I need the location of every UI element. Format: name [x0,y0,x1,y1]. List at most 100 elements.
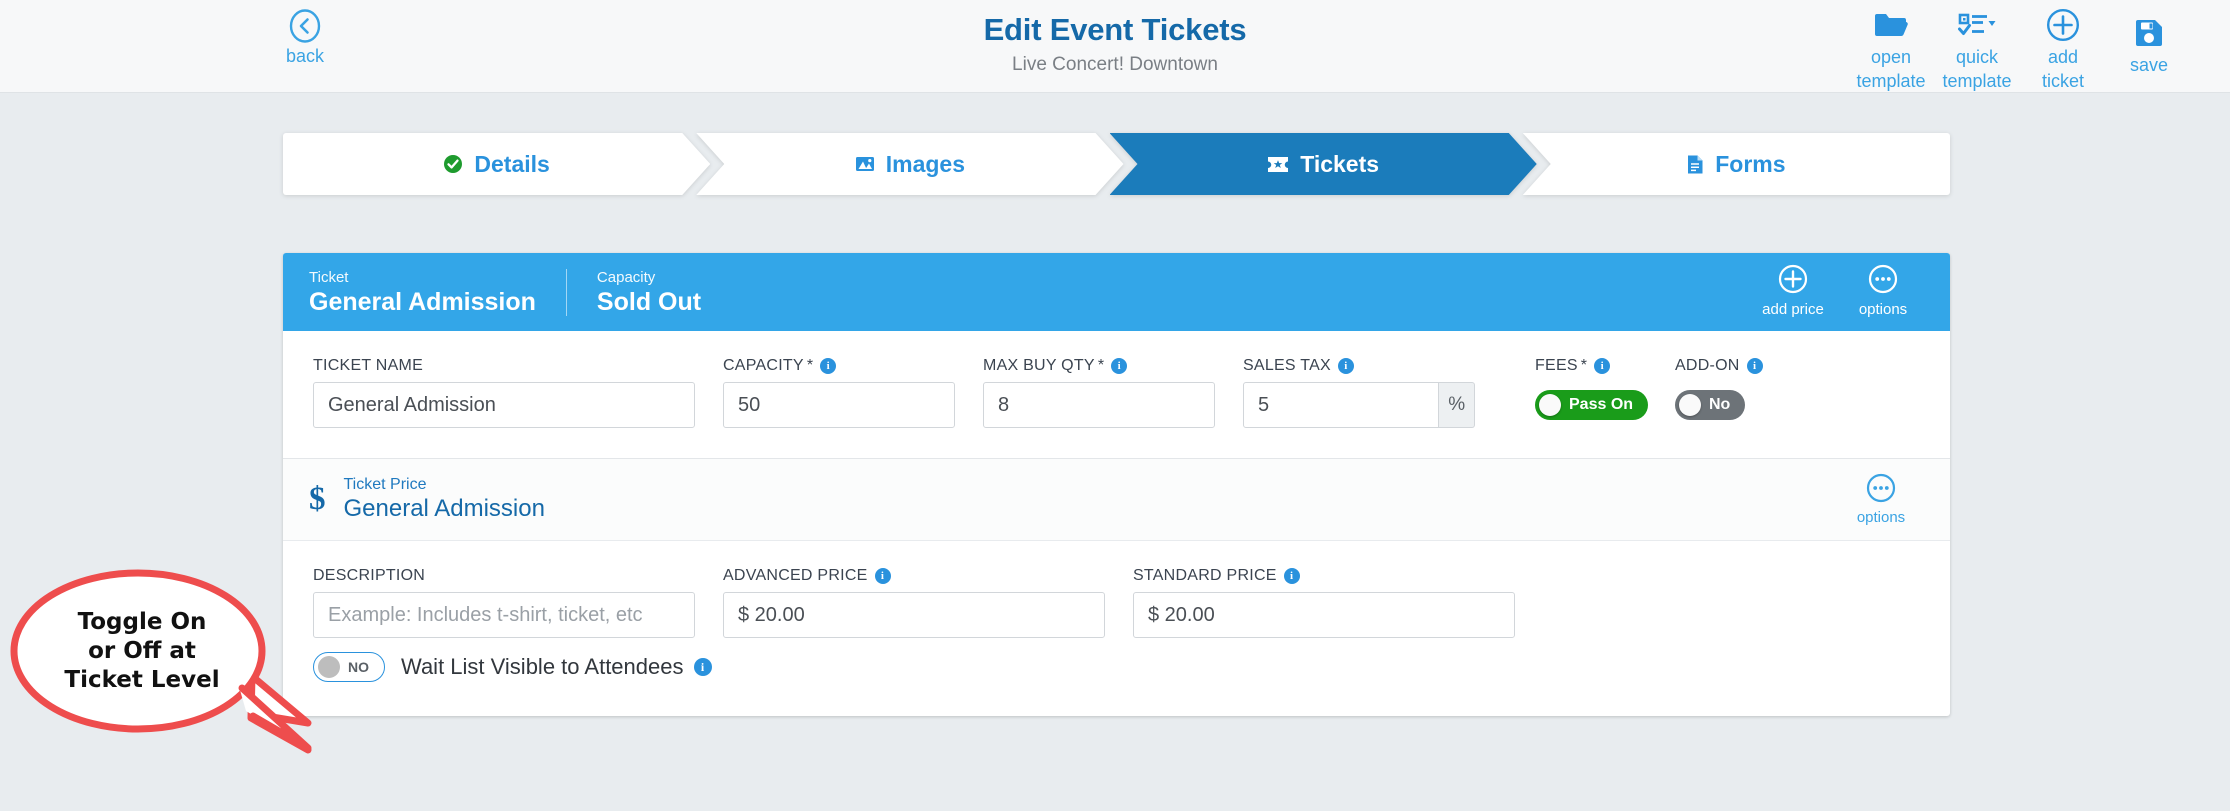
waitlist-label-text: Wait List Visible to Attendees [401,654,684,679]
capacity-summary: Capacity Sold Out [565,268,731,316]
info-icon[interactable]: i [1746,358,1763,374]
info-icon[interactable]: i [1337,358,1354,374]
header-actions: open template quick template add ticket … [1848,6,2192,92]
max-buy-required-mark: * [1097,357,1105,374]
price-options-label: options [1856,509,1906,526]
waitlist-row: NO Wait List Visible to Attendees i [283,652,1950,716]
ticket-caption: Ticket [309,268,349,286]
standard-price-field-group: STANDARD PRICE i $ 20.00 [1133,567,1515,638]
advanced-price-input[interactable]: $ 20.00 [723,592,1105,638]
ticket-name-value: General Admission [309,287,536,316]
info-icon[interactable]: i [820,358,837,374]
ticket-options-label: options [1858,301,1908,318]
ticket-price-title-block: Ticket Price General Admission [344,476,545,523]
capacity-field-group: CAPACITY * i 50 [723,357,955,428]
advanced-price-field-group: ADVANCED PRICE i $ 20.00 [723,567,1105,638]
top-toolbar: back Edit Event Tickets Live Concert! Do… [0,0,2230,93]
info-icon[interactable]: i [874,568,891,584]
fees-required-mark: * [1580,357,1588,374]
fees-toggle[interactable]: Pass On [1535,390,1649,420]
ticket-name-field-group: TICKET NAME General Admission [313,357,695,428]
ellipsis-circle-icon [1868,264,1898,298]
add-ticket-button[interactable]: add ticket [2020,6,2106,92]
tab-tickets-label: Tickets [1300,150,1380,177]
sales-tax-input[interactable]: 5 [1243,382,1440,428]
ticket-price-caption: Ticket Price [343,476,427,493]
quick-template-button[interactable]: quick template [1934,6,2020,92]
open-template-label-2: template [1856,71,1926,91]
ticket-card: Ticket General Admission Capacity Sold O… [283,253,1950,716]
info-icon[interactable]: i [693,658,712,676]
info-icon[interactable]: i [1283,568,1300,584]
fees-label: FEES * i [1535,357,1647,375]
standard-price-label-text: STANDARD PRICE [1133,567,1277,584]
price-options-button[interactable]: options [1842,473,1920,526]
fees-label-text: FEES [1535,357,1578,374]
ticket-name-input[interactable]: General Admission [313,382,695,428]
plus-circle-icon [1778,264,1808,298]
sales-tax-input-group: 5 % [1243,382,1475,428]
price-fields-row: DESCRIPTION Example: Includes t-shirt, t… [283,541,1950,658]
addon-label: ADD-ON i [1675,357,1785,375]
addon-label-text: ADD-ON [1675,357,1740,374]
info-icon[interactable]: i [1594,358,1611,374]
capacity-label-text: CAPACITY [723,357,804,374]
add-price-label: add price [1762,301,1824,318]
plus-circle-icon [2046,6,2080,44]
tab-forms[interactable]: Forms [1522,133,1950,195]
max-buy-qty-input[interactable]: 8 [983,382,1215,428]
ellipsis-circle-icon [1866,473,1896,507]
ticket-card-header: Ticket General Admission Capacity Sold O… [283,253,1950,331]
open-folder-icon [1873,6,1909,44]
ticket-price-section: $ Ticket Price General Admission options… [283,458,1950,716]
quick-template-label-1: quick [1955,47,1999,67]
advanced-price-label: ADVANCED PRICE i [723,567,1105,585]
addon-toggle[interactable]: No [1675,390,1746,420]
ticket-name-summary: Ticket General Admission [309,269,566,316]
add-price-button[interactable]: add price [1754,264,1832,318]
tab-details[interactable]: Details [283,133,710,195]
info-icon[interactable]: i [1111,358,1128,374]
ticket-fields-row: TICKET NAME General Admission CAPACITY *… [283,331,1950,458]
sales-tax-label: SALES TAX i [1243,357,1475,375]
capacity-required-mark: * [806,357,814,374]
save-label: save [2129,55,2169,75]
callout-annotation: Toggle On or Off at Ticket Level [8,568,428,798]
toggle-knob [1679,394,1701,416]
capacity-status: Sold Out [596,287,702,316]
open-template-button[interactable]: open template [1848,6,1934,92]
image-icon [855,155,875,173]
tab-tickets[interactable]: Tickets [1110,133,1537,195]
percent-suffix: % [1439,382,1475,428]
addon-field-group: ADD-ON i No [1675,357,1785,421]
standard-price-input[interactable]: $ 20.00 [1133,592,1515,638]
max-buy-qty-field-group: MAX BUY QTY * i 8 [983,357,1215,428]
ticket-options-button[interactable]: options [1844,264,1922,318]
back-label: back [285,46,325,66]
toggle-knob [1539,394,1561,416]
capacity-input[interactable]: 50 [723,382,955,428]
callout-line-3: Ticket Level [64,667,220,693]
callout-line-1: Toggle On [77,609,207,635]
fees-field-group: FEES * i Pass On [1535,357,1649,421]
ticket-header-actions: add price options [1754,264,1922,318]
document-icon [1687,154,1704,175]
add-ticket-label-2: ticket [2041,71,2084,91]
dollar-sign-icon: $ [309,481,326,517]
addon-toggle-label: No [1709,396,1731,413]
quick-template-label-2: template [1942,71,2012,91]
price-header-actions: options [1842,473,1920,526]
ticket-price-header: $ Ticket Price General Admission options [283,459,1950,541]
tab-images[interactable]: Images [696,133,1123,195]
save-button[interactable]: save [2106,6,2192,76]
standard-price-label: STANDARD PRICE i [1133,567,1515,585]
back-button[interactable]: back [265,9,345,67]
ticket-name-label: TICKET NAME [313,357,424,374]
floppy-disk-icon [2134,14,2164,52]
ticket-price-name: General Admission [343,495,545,522]
open-template-label-1: open [1870,47,1912,67]
sales-tax-field-group: SALES TAX i 5 % [1243,357,1475,428]
tab-details-label: Details [474,150,550,177]
quick-template-icon [1957,6,1997,44]
check-circle-icon [443,154,463,174]
